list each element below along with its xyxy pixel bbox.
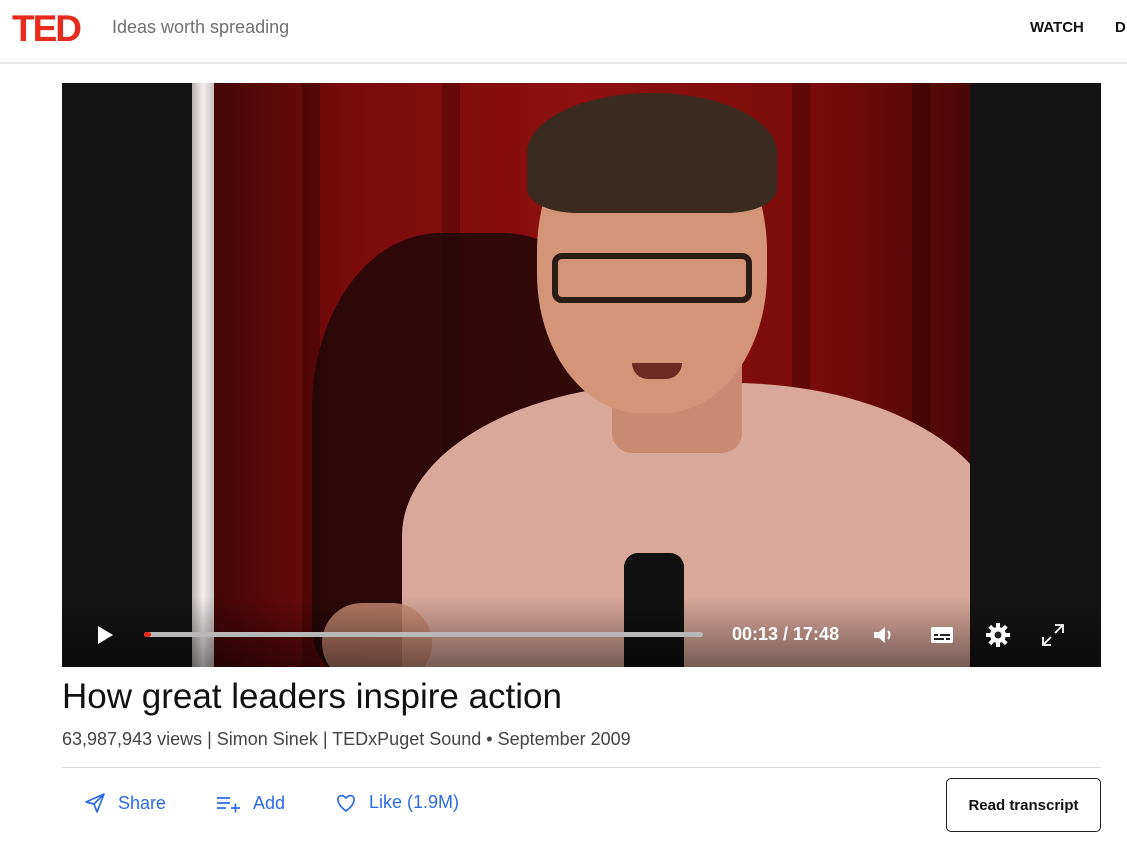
talk-title: How great leaders inspire action <box>62 677 562 716</box>
add-label: Add <box>253 792 286 813</box>
nav-watch[interactable]: WATCH <box>1030 19 1084 36</box>
share-label: Share <box>118 792 167 813</box>
site-header: TED Ideas worth spreading WATCH D <box>0 0 1127 64</box>
volume-icon[interactable] <box>870 621 898 649</box>
read-transcript-button[interactable]: Read transcript <box>946 778 1101 832</box>
share-button[interactable]: Share <box>84 792 166 814</box>
playlist-add-icon <box>217 797 240 813</box>
talk-meta: 63,987,943 views | Simon Sinek | TEDxPug… <box>62 729 631 749</box>
send-icon <box>85 793 105 813</box>
divider <box>62 767 1101 768</box>
fullscreen-icon[interactable] <box>1039 621 1067 649</box>
like-label: Like (1.9M) <box>369 792 460 812</box>
time-display: 00:13 / 17:48 <box>732 624 840 644</box>
add-button[interactable]: Add <box>215 792 285 814</box>
play-icon[interactable] <box>95 625 115 645</box>
video-player[interactable]: 00:13 / 17:48 <box>62 83 1101 667</box>
speaker-hair <box>527 93 777 213</box>
video-frame <box>192 83 970 667</box>
site-tagline: Ideas worth spreading <box>112 17 290 37</box>
progress-fill <box>144 632 151 637</box>
ted-logo[interactable]: TED <box>12 8 82 50</box>
settings-gear-icon[interactable] <box>984 621 1012 649</box>
progress-bar[interactable] <box>144 632 703 637</box>
stage-light <box>192 83 214 667</box>
heart-icon <box>337 794 355 812</box>
like-button[interactable]: Like (1.9M) <box>335 792 459 813</box>
captions-icon[interactable] <box>928 621 956 649</box>
nav-discover[interactable]: D <box>1115 19 1126 36</box>
speaker-glasses <box>552 253 752 303</box>
